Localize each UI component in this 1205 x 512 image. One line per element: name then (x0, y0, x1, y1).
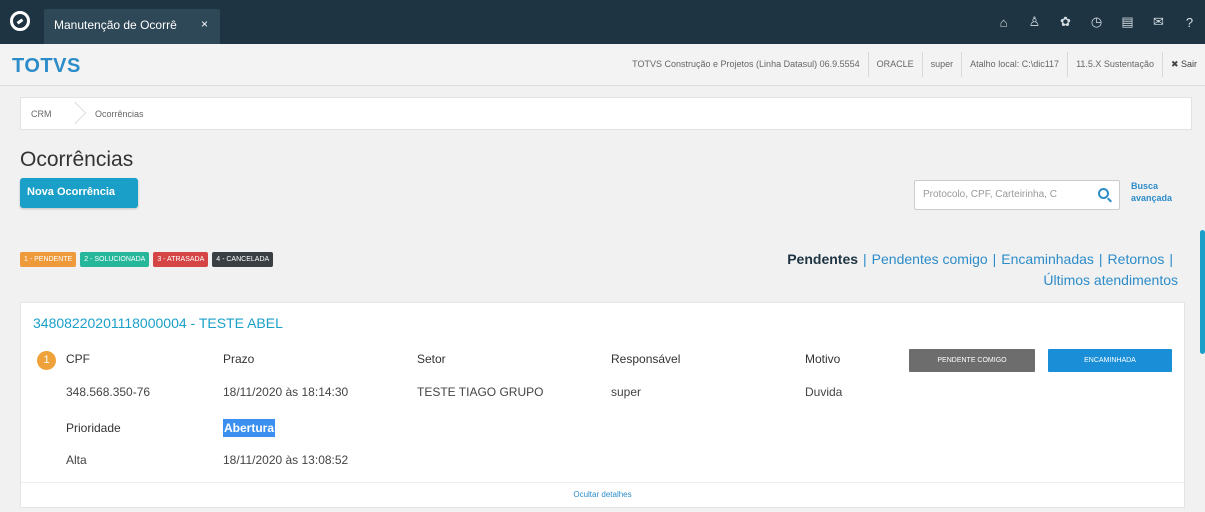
logout-button[interactable]: ✖ Sair (1161, 52, 1205, 77)
occurrence-card: 34808220201118000004 - TESTE ABEL 1 CPF … (20, 302, 1185, 508)
breadcrumb: CRM Ocorrências (20, 97, 1192, 130)
status-badge-pendente: 1 - PENDENTE (20, 252, 77, 267)
top-bar: Manutenção de Ocorrê × ⌂ ♙ ✿ ◷ ▤ ✉ ? (0, 0, 1205, 44)
brand-logo: TOTVS (12, 55, 81, 77)
company-info[interactable]: TOTVS Construção e Projetos (Linha Datas… (624, 52, 867, 77)
priority-indicator: 1 (37, 351, 56, 370)
version-info: 11.5.X Sustentação (1067, 52, 1162, 77)
hide-details-link[interactable]: Ocultar detalhes (21, 482, 1184, 507)
help-icon[interactable]: ? (1174, 0, 1205, 44)
breadcrumb-crm[interactable]: CRM (31, 109, 52, 119)
tab-label: Manutenção de Ocorrê (54, 18, 177, 32)
filter-encaminhadas[interactable]: Encaminhadas (1001, 251, 1094, 267)
prazo-value: 18/11/2020 às 18:14:30 (223, 385, 349, 399)
breadcrumb-ocorrencias[interactable]: Ocorrências (95, 109, 144, 119)
search-icon[interactable] (1098, 188, 1109, 199)
filter-retornos[interactable]: Retornos (1108, 251, 1165, 267)
responsavel-value: super (611, 385, 642, 399)
filter-separator: | (992, 251, 997, 267)
pendente-comigo-button[interactable]: PENDENTE COMIGO (909, 349, 1035, 372)
search-box (914, 180, 1120, 210)
filter-pendentes[interactable]: Pendentes (787, 251, 858, 267)
user-info[interactable]: super (921, 52, 962, 77)
database-info: ORACLE (867, 52, 922, 77)
prioridade-value: Alta (66, 453, 87, 467)
session-info: TOTVS Construção e Projetos (Linha Datas… (624, 52, 1205, 77)
filter-ultimos-atendimentos[interactable]: Últimos atendimentos (1043, 272, 1178, 288)
gear-icon[interactable]: ✿ (1050, 0, 1081, 44)
shortcut-info: Atalho local: C:\dic117 (961, 52, 1067, 77)
prazo-label: Prazo (223, 352, 255, 366)
page-title: Ocorrências (20, 148, 134, 171)
abertura-label: Abertura (223, 419, 276, 437)
filter-separator: | (1098, 251, 1103, 267)
setor-value: TESTE TIAGO GRUPO (417, 385, 544, 399)
status-badge-atrasada: 3 - ATRASADA (153, 252, 209, 267)
close-icon[interactable]: × (201, 17, 208, 31)
cpf-label: CPF (66, 352, 90, 366)
search-input[interactable] (923, 189, 1095, 200)
app-header: TOTVS TOTVS Construção e Projetos (Linha… (0, 44, 1205, 86)
home-icon[interactable]: ⌂ (988, 0, 1019, 44)
responsavel-label: Responsável (611, 352, 681, 366)
app-logo-icon[interactable] (10, 11, 30, 31)
status-badge-solucionada: 2 - SOLUCIONADA (80, 252, 150, 267)
filter-separator: | (1169, 251, 1173, 267)
filter-links: Pendentes | Pendentes comigo | Encaminhadas |… (718, 249, 1178, 291)
status-legend: 1 - PENDENTE 2 - SOLUCIONADA 3 - ATRASAD… (20, 252, 274, 267)
scrollbar-thumb[interactable] (1200, 230, 1205, 354)
advanced-search-link[interactable]: Busca avançada (1131, 180, 1172, 204)
filter-separator: | (863, 251, 867, 267)
document-icon[interactable]: ▤ (1112, 0, 1143, 44)
cpf-value: 348.568.350-76 (66, 385, 151, 399)
encaminhada-button[interactable]: ENCAMINHADA (1048, 349, 1172, 372)
clock-icon[interactable]: ◷ (1081, 0, 1112, 44)
tab-manutencao-ocorrencias[interactable]: Manutenção de Ocorrê × (44, 9, 220, 44)
setor-label: Setor (417, 352, 446, 366)
status-badge-cancelada: 4 - CANCELADA (212, 252, 274, 267)
mail-icon[interactable]: ✉ (1143, 0, 1174, 44)
top-icons: ⌂ ♙ ✿ ◷ ▤ ✉ ? (988, 0, 1205, 44)
filter-pendentes-comigo[interactable]: Pendentes comigo (872, 251, 988, 267)
abertura-value: 18/11/2020 às 13:08:52 (223, 453, 349, 467)
new-occurrence-button[interactable]: Nova Ocorrência (20, 178, 138, 208)
prioridade-label: Prioridade (66, 421, 121, 435)
occurrence-title-link[interactable]: 34808220201118000004 - TESTE ABEL (33, 315, 283, 331)
sitemap-icon[interactable]: ♙ (1019, 0, 1050, 44)
motivo-value: Duvida (805, 385, 843, 399)
breadcrumb-separator (67, 98, 87, 129)
motivo-label: Motivo (805, 352, 841, 366)
